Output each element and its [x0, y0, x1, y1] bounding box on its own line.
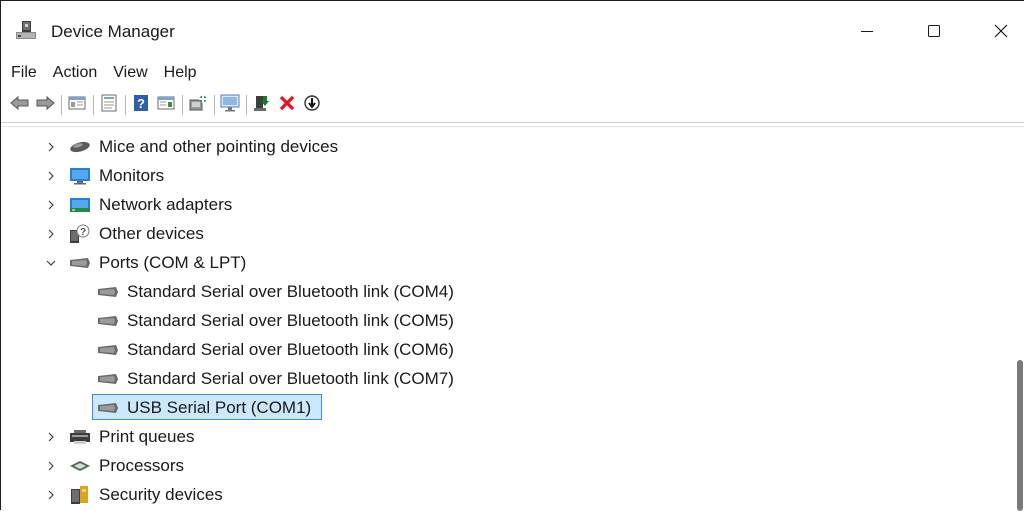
tree-item-serial-com6[interactable]: Standard Serial over Bluetooth link (COM…	[1, 335, 1001, 364]
disable-device-button[interactable]	[301, 94, 323, 116]
tree-item-label: USB Serial Port (COM1)	[127, 397, 312, 417]
port-icon	[97, 283, 119, 301]
uninstall-button[interactable]	[276, 94, 298, 116]
scan-hardware-button[interactable]	[187, 94, 209, 116]
forward-arrow-icon	[35, 95, 55, 116]
forward-button[interactable]	[34, 94, 56, 116]
properties-icon	[100, 94, 118, 117]
toolbar-divider-secondary	[1, 126, 1024, 127]
update-driver-button[interactable]	[251, 94, 273, 116]
printer-icon	[69, 428, 91, 446]
menu-view[interactable]: View	[105, 59, 155, 87]
menu-file[interactable]: File	[1, 59, 45, 87]
network-adapter-icon	[69, 196, 91, 214]
port-icon	[97, 399, 119, 417]
tree-item-label: Print queues	[99, 426, 195, 446]
device-manager-window: Device Manager File Action View Help ? M…	[0, 0, 1024, 511]
tree-item-label: Standard Serial over Bluetooth link (COM…	[127, 339, 454, 359]
show-hide-console-tree-icon	[68, 95, 86, 116]
port-icon	[69, 254, 91, 272]
tree-item-label: Standard Serial over Bluetooth link (COM…	[127, 281, 454, 301]
tree-item-label: Mice and other pointing devices	[99, 136, 339, 156]
tree-item-label: Ports (COM & LPT)	[99, 252, 247, 272]
chevron-right-icon[interactable]	[43, 487, 59, 503]
menu-help[interactable]: Help	[156, 59, 205, 87]
device-tree: Mice and other pointing devices Monitors	[1, 130, 1011, 511]
toolbar-separator	[93, 95, 94, 115]
tree-item-ports[interactable]: Ports (COM & LPT)	[1, 248, 1001, 277]
scan-hardware-icon	[188, 94, 208, 117]
security-device-icon	[69, 485, 91, 504]
toolbar-separator	[61, 95, 62, 115]
tree-item-label: Processors	[99, 455, 185, 475]
port-icon	[97, 341, 119, 359]
chevron-right-icon[interactable]	[43, 226, 59, 242]
properties-button[interactable]	[98, 94, 120, 116]
chevron-down-icon[interactable]	[43, 255, 59, 271]
tree-item-monitors[interactable]: Monitors	[1, 161, 1001, 190]
tree-item-label: Security devices	[99, 484, 223, 504]
close-button[interactable]	[978, 11, 1024, 51]
toolbar-separator	[214, 95, 215, 115]
tree-item-label: Monitors	[99, 165, 165, 185]
show-hide-console-tree-button[interactable]	[66, 94, 88, 116]
toolbar-separator	[246, 95, 247, 115]
monitor-icon	[69, 167, 91, 185]
help-button[interactable]: ?	[130, 94, 152, 116]
tree-item-label: Network adapters	[99, 194, 233, 214]
tree-item-print-queues[interactable]: Print queues	[1, 422, 1001, 451]
tree-item-network-adapters[interactable]: Network adapters	[1, 190, 1001, 219]
chevron-right-icon[interactable]	[43, 168, 59, 184]
back-button[interactable]	[9, 94, 31, 116]
port-icon	[97, 312, 119, 330]
back-arrow-icon	[10, 95, 30, 116]
vertical-scrollbar[interactable]	[1013, 130, 1024, 511]
tree-item-label: Standard Serial over Bluetooth link (COM…	[127, 310, 454, 330]
port-icon	[97, 370, 119, 388]
title-bar[interactable]: Device Manager	[1, 1, 1024, 57]
update-driver-icon	[253, 94, 271, 117]
chevron-right-icon[interactable]	[43, 139, 59, 155]
tree-item-processors[interactable]: Processors	[1, 451, 1001, 480]
monitor-button[interactable]	[219, 94, 241, 116]
menu-bar: File Action View Help	[1, 59, 1024, 87]
toolbar: ?	[1, 89, 1024, 121]
show-action-pane-icon	[157, 95, 175, 116]
toolbar-separator	[182, 95, 183, 115]
svg-text:?: ?	[80, 227, 86, 238]
disable-device-icon	[303, 94, 321, 117]
tree-item-security-devices[interactable]: Security devices	[1, 480, 1001, 509]
toolbar-separator	[125, 95, 126, 115]
monitor-icon	[219, 94, 241, 117]
tree-item-mice[interactable]: Mice and other pointing devices	[1, 132, 1001, 161]
menu-action[interactable]: Action	[45, 59, 105, 87]
tree-item-serial-com4[interactable]: Standard Serial over Bluetooth link (COM…	[1, 277, 1001, 306]
scrollbar-thumb[interactable]	[1017, 360, 1023, 511]
uninstall-icon	[278, 94, 296, 117]
maximize-button[interactable]	[911, 11, 957, 51]
tree-item-serial-com7[interactable]: Standard Serial over Bluetooth link (COM…	[1, 364, 1001, 393]
show-action-pane-button[interactable]	[155, 94, 177, 116]
chevron-right-icon[interactable]	[43, 197, 59, 213]
device-manager-app-icon	[15, 19, 37, 41]
tree-item-other-devices[interactable]: ? Other devices	[1, 219, 1001, 248]
processor-icon	[69, 457, 91, 475]
tree-item-serial-com5[interactable]: Standard Serial over Bluetooth link (COM…	[1, 306, 1001, 335]
tree-item-label: Standard Serial over Bluetooth link (COM…	[127, 368, 454, 388]
tree-item-usb-serial-com1[interactable]: USB Serial Port (COM1)	[1, 393, 1001, 422]
mouse-icon	[69, 138, 91, 156]
tree-item-label: Other devices	[99, 223, 204, 243]
window-title: Device Manager	[51, 22, 175, 41]
minimize-button[interactable]	[844, 11, 890, 51]
toolbar-divider	[1, 122, 1024, 123]
svg-text:?: ?	[137, 96, 145, 111]
chevron-right-icon[interactable]	[43, 458, 59, 474]
help-icon: ?	[133, 94, 149, 117]
unknown-device-icon: ?	[69, 224, 91, 243]
chevron-right-icon[interactable]	[43, 429, 59, 445]
